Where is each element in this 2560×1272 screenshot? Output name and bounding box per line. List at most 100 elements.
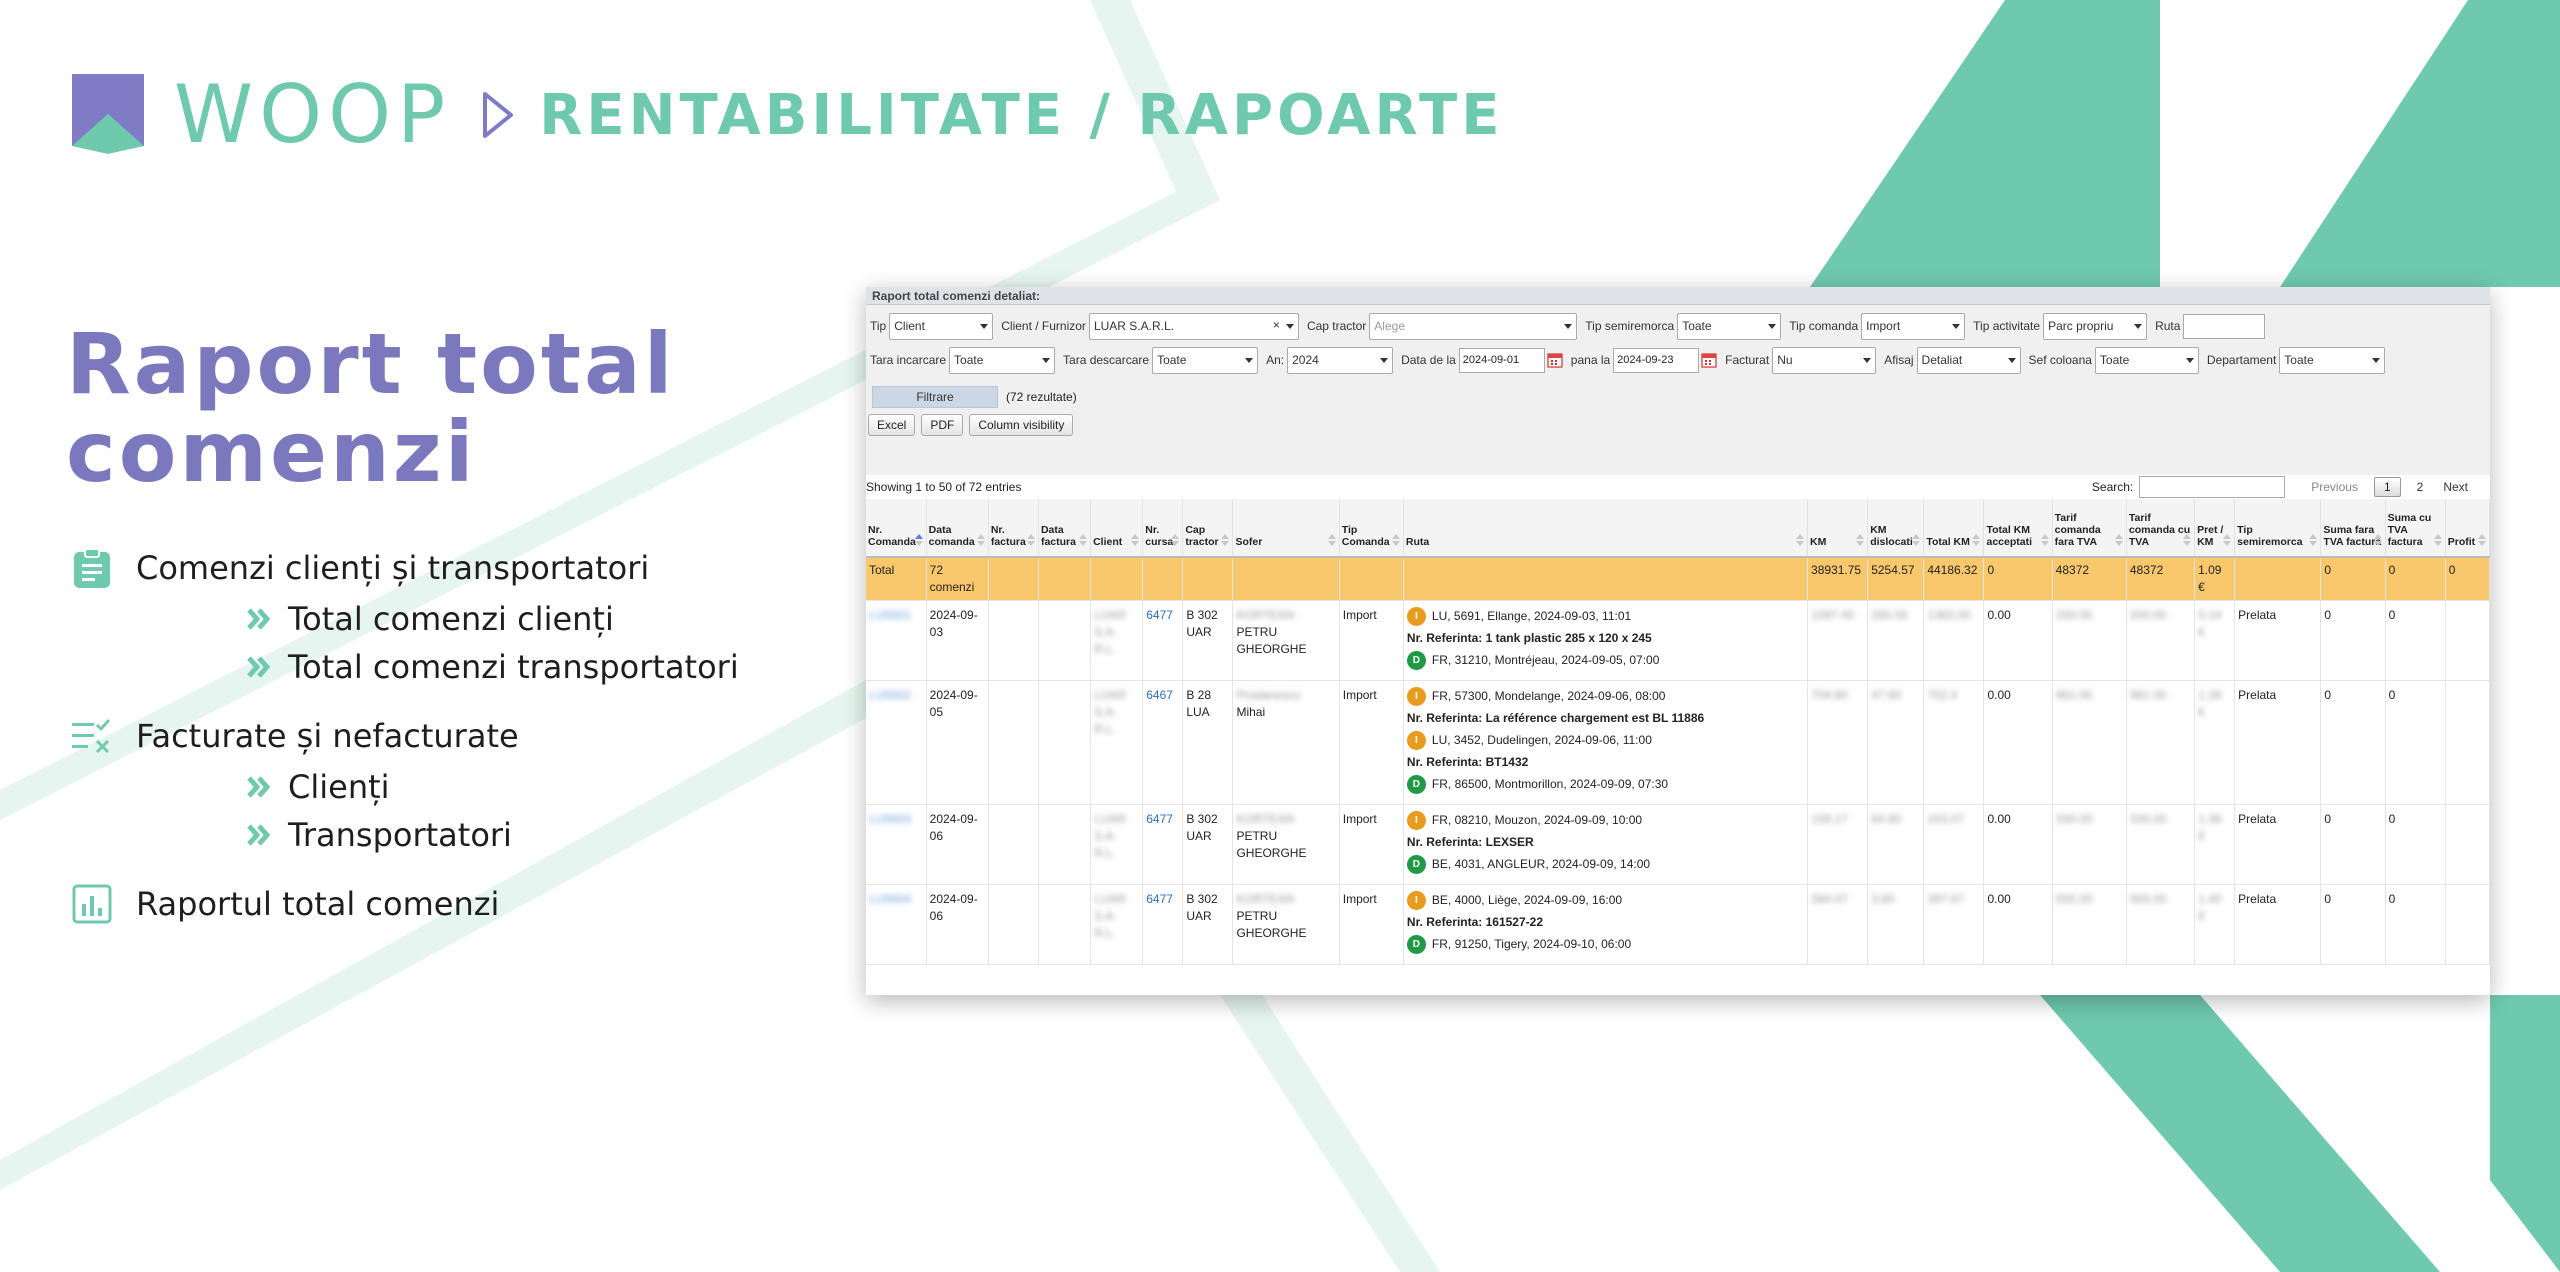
column-header[interactable]: Pret / KM (2194, 499, 2236, 558)
column-header[interactable]: Total KM acceptati (1983, 499, 2053, 558)
pret-km-cell: 0.14 € (2194, 600, 2236, 681)
profit-cell (2445, 804, 2490, 885)
suma-fara-cell: 0 (2320, 680, 2386, 805)
table-row[interactable]: LU0002 2024-09-05 LUAR S.A. R.L. 6467 B 28 L… (866, 680, 2490, 805)
chevron-down-icon (1768, 323, 1777, 329)
tip-select[interactable]: Client (889, 312, 994, 340)
total-total-km: 44186.32 (1923, 557, 1985, 601)
tip-semiremorca-select[interactable]: Toate (1677, 312, 1782, 340)
next-button[interactable]: Next (2443, 480, 2468, 494)
client-cell: LUAR S.A. R.L. (1090, 600, 1144, 681)
double-chevron-icon (247, 656, 271, 678)
column-header[interactable]: Client (1090, 499, 1144, 558)
nr-cursa-link[interactable]: 6477 (1142, 884, 1184, 965)
client-cell: LUAR S.A. R.L. (1090, 804, 1144, 885)
sort-icon (2373, 534, 2382, 546)
feature-item: Facturate și nefacturate (72, 713, 792, 759)
unloading-badge-icon: D (1406, 651, 1426, 670)
feature-subitem: Transportatori (246, 811, 792, 859)
column-header[interactable]: KM (1807, 499, 1869, 558)
calendar-icon[interactable] (1547, 352, 1563, 368)
column-header[interactable]: Nr. cursa (1142, 499, 1184, 558)
page-2-button[interactable]: 2 (2417, 480, 2424, 494)
column-header[interactable]: Tarif comanda cu TVA (2126, 499, 2196, 558)
column-header[interactable]: Data factura (1038, 499, 1092, 558)
nr-cursa-link[interactable]: 6467 (1142, 680, 1184, 805)
nr-cursa-link[interactable]: 6477 (1142, 804, 1184, 885)
tara-incarcare-select[interactable]: Toate (949, 346, 1056, 374)
tip-activitate-select[interactable]: Parc propriu (2043, 312, 2148, 340)
column-header[interactable]: Cap tractor (1182, 499, 1234, 558)
column-header[interactable]: Data comanda (926, 499, 989, 558)
chevron-down-icon (1952, 323, 1961, 329)
data-de-la-input[interactable]: 2024-09-01 (1458, 347, 1545, 373)
client-select[interactable]: LUAR S.A.R.L. × (1088, 312, 1299, 340)
column-header[interactable]: Nr. factura (988, 499, 1039, 558)
excel-button[interactable]: Excel (868, 414, 916, 436)
total-km-acceptati: 0 (1983, 557, 2053, 601)
previous-button[interactable]: Previous (2311, 480, 2358, 494)
column-header[interactable]: Total KM (1923, 499, 1985, 558)
feature-label: Raportul total comenzi (136, 885, 500, 923)
cap-tractor-select[interactable]: Alege (1369, 312, 1578, 340)
profit-cell (2445, 680, 2490, 805)
an-select[interactable]: 2024 (1287, 346, 1394, 374)
column-header[interactable]: Tarif comanda fara TVA (2052, 499, 2127, 558)
filter-label: Tip semiremorca (1585, 319, 1675, 333)
search-input[interactable] (2139, 476, 2286, 498)
table-row[interactable]: LU0003 2024-09-06 LUAR S.A. R.L. 6477 B 302 … (866, 804, 2490, 885)
route-loading: I LU, 5691, Ellange, 2024-09-03, 11:01 (1406, 607, 1804, 626)
filter-label: Data de la (1401, 353, 1456, 367)
tip-semiremorca-cell: Prelata (2234, 884, 2322, 965)
nr-cursa-link[interactable]: 6477 (1142, 600, 1184, 681)
sef-coloana-select[interactable]: Toate (2094, 346, 2199, 374)
km-acceptati-cell: 0.00 (1983, 804, 2053, 885)
column-header[interactable]: Suma fara TVA factura (2320, 499, 2386, 558)
feature-sublabel: Total comenzi transportatori (288, 648, 739, 686)
tip-semiremorca-cell: Prelata (2234, 680, 2322, 805)
sort-icon (1391, 534, 1400, 546)
chevron-down-icon (1285, 323, 1294, 329)
column-header[interactable]: Sofer (1232, 499, 1340, 558)
clear-icon[interactable]: × (1273, 318, 1280, 332)
column-header[interactable]: Profit (2445, 499, 2490, 558)
calendar-icon[interactable] (1701, 352, 1717, 368)
column-header[interactable]: KM dislocati (1867, 499, 1925, 558)
table-row[interactable]: LU0001 2024-09-03 LUAR S.A. R.L. 6477 B 302 … (866, 600, 2490, 681)
tip-comanda-cell: Import (1339, 884, 1404, 965)
filtrare-button[interactable]: Filtrare (872, 386, 998, 408)
ruta-input[interactable] (2183, 313, 2266, 339)
filter-label: Tara descarcare (1063, 353, 1150, 367)
column-header[interactable]: Tip Comanda (1339, 499, 1404, 558)
filter-label: Departament (2206, 353, 2277, 367)
column-visibility-button[interactable]: Column visibility (969, 414, 1074, 436)
page-1-button[interactable]: 1 (2373, 477, 2401, 497)
data-comanda-cell: 2024-09-03 (926, 600, 989, 681)
bar-chart-icon (72, 884, 112, 924)
departament-select[interactable]: Toate (2279, 346, 2386, 374)
nr-comanda-link[interactable]: LU0004 (866, 884, 927, 965)
filter-label: Ruta (2155, 319, 2181, 333)
column-header[interactable]: Ruta (1403, 499, 1809, 558)
pret-km-cell: 1.28 € (2194, 680, 2236, 805)
nr-comanda-link[interactable]: LU0003 (866, 804, 927, 885)
nr-comanda-link[interactable]: LU0001 (866, 600, 927, 681)
table-row[interactable]: LU0004 2024-09-06 LUAR S.A. R.L. 6477 B 302 … (866, 884, 2490, 965)
afisaj-select[interactable]: Detaliat (1916, 346, 2021, 374)
total-row: Total 72 comenzi 38931.75 5254.57 44186.… (866, 557, 2490, 601)
double-chevron-icon (247, 824, 271, 846)
facturat-select[interactable]: Nu (1772, 346, 1877, 374)
nr-comanda-link[interactable]: LU0002 (866, 680, 927, 805)
column-header[interactable]: Tip semiremorca (2234, 499, 2322, 558)
tip-comanda-select[interactable]: Import (1861, 312, 1966, 340)
column-header[interactable]: Nr. Comanda (866, 499, 927, 558)
tara-descarcare-select[interactable]: Toate (1152, 346, 1259, 374)
column-header[interactable]: Suma cu TVA factura (2385, 499, 2446, 558)
chevron-down-icon (1564, 323, 1573, 329)
pana-la-input[interactable]: 2024-09-23 (1613, 347, 1700, 373)
table-body: Total 72 comenzi 38931.75 5254.57 44186.… (866, 557, 2490, 965)
route-loading: I BE, 4000, Liège, 2024-09-09, 16:00 (1406, 891, 1804, 910)
ruta-cell: I FR, 57300, Mondelange, 2024-09-06, 08:0… (1403, 680, 1809, 805)
pdf-button[interactable]: PDF (921, 414, 964, 436)
km-acceptati-cell: 0.00 (1983, 600, 2053, 681)
